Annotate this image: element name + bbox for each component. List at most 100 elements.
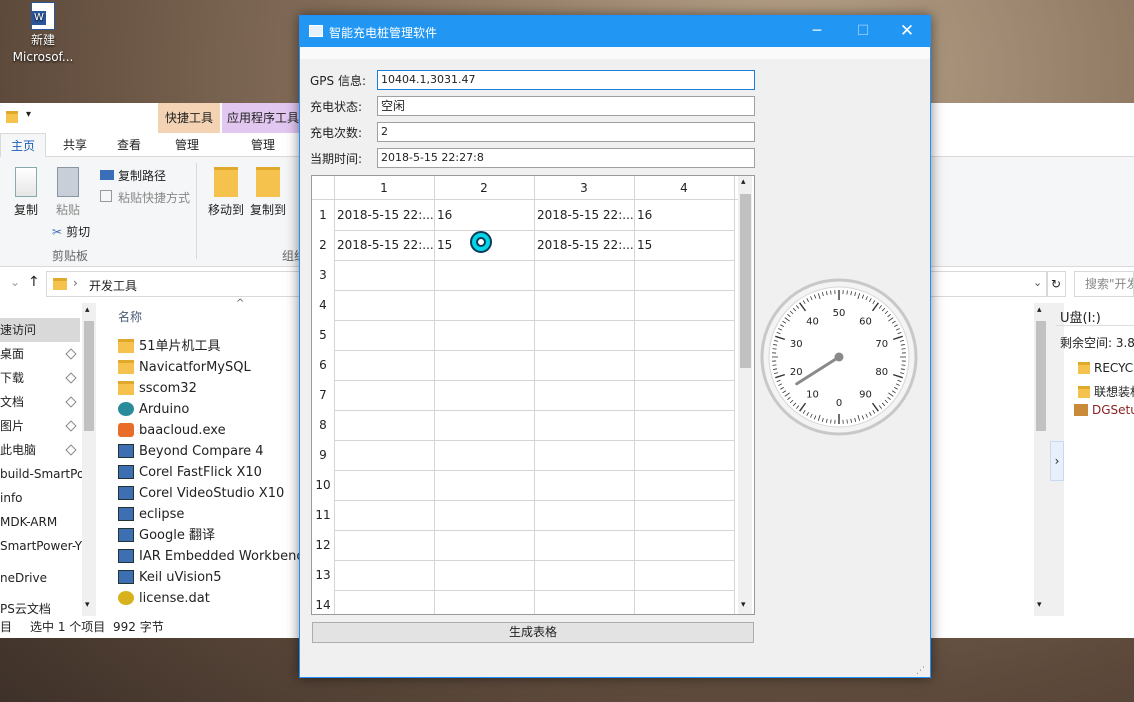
expand-chevron-icon[interactable]: › xyxy=(1050,441,1064,481)
table-cell[interactable]: 2018-5-15 22:... xyxy=(334,200,434,230)
table-cell[interactable] xyxy=(334,440,434,470)
table-cell[interactable] xyxy=(334,470,434,500)
file-list-item[interactable]: NavicatforMySQL xyxy=(118,357,298,378)
table-cell[interactable] xyxy=(634,320,734,350)
refresh-icon[interactable]: ↻ xyxy=(1046,271,1066,297)
tab-manage-shortcut[interactable]: 管理 xyxy=(164,133,210,157)
gps-field[interactable]: 10404.1,3031.47 xyxy=(377,70,755,90)
pane-item-recycle[interactable]: RECYCL xyxy=(1078,361,1134,375)
pane-item-lenovo[interactable]: 联想装机 xyxy=(1078,383,1134,400)
column-header[interactable]: 4 xyxy=(634,176,734,200)
table-cell[interactable]: 16 xyxy=(634,200,734,230)
table-cell[interactable] xyxy=(534,260,634,290)
file-list-item[interactable]: 51单片机工具 xyxy=(118,336,298,357)
row-header[interactable]: 2 xyxy=(312,230,334,260)
row-header[interactable]: 1 xyxy=(312,200,334,230)
pane-item-dgsetup[interactable]: DGSetu xyxy=(1074,403,1134,417)
column-header[interactable]: 2 xyxy=(434,176,534,200)
table-cell[interactable] xyxy=(634,380,734,410)
table-cell[interactable]: 2018-5-15 22:... xyxy=(534,200,634,230)
file-list-item[interactable]: sscom32 xyxy=(118,378,298,399)
maximize-button[interactable]: ☐ xyxy=(840,16,886,47)
scroll-up-icon[interactable]: ▴ xyxy=(85,305,90,315)
qat-dropdown-icon[interactable]: ▾ xyxy=(26,109,31,120)
column-header[interactable]: 1 xyxy=(334,176,434,200)
row-header[interactable]: 7 xyxy=(312,380,334,410)
table-cell[interactable] xyxy=(634,290,734,320)
row-header[interactable]: 9 xyxy=(312,440,334,470)
scroll-down-icon[interactable]: ▾ xyxy=(741,600,746,610)
file-list-item[interactable]: Keil uVision5 xyxy=(118,567,298,588)
table-cell[interactable]: 16 xyxy=(434,200,534,230)
row-header[interactable]: 3 xyxy=(312,260,334,290)
close-button[interactable]: ✕ xyxy=(884,16,930,47)
row-header[interactable]: 11 xyxy=(312,500,334,530)
table-cell[interactable] xyxy=(534,500,634,530)
charge-count-field[interactable]: 2 xyxy=(377,122,755,142)
nav-item-documents[interactable]: 文档 xyxy=(0,390,24,414)
table-cell[interactable] xyxy=(434,410,534,440)
table-cell[interactable] xyxy=(434,530,534,560)
generate-table-button[interactable]: 生成表格 xyxy=(312,622,754,643)
file-list-item[interactable]: Google 翻译 xyxy=(118,525,298,546)
scroll-thumb[interactable] xyxy=(1036,321,1046,431)
row-header[interactable]: 10 xyxy=(312,470,334,500)
tab-manage-app[interactable]: 管理 xyxy=(240,133,286,157)
nav-item-onedrive[interactable]: neDrive xyxy=(0,566,47,590)
table-cell[interactable] xyxy=(434,290,534,320)
table-scrollbar[interactable]: ▴ ▾ xyxy=(738,176,752,614)
copy-button[interactable]: 复制 xyxy=(8,167,44,218)
table-cell[interactable] xyxy=(534,410,634,440)
scroll-thumb[interactable] xyxy=(84,321,94,431)
table-cell[interactable] xyxy=(534,560,634,590)
nav-item-downloads[interactable]: 下载 xyxy=(0,366,24,390)
table-cell[interactable] xyxy=(434,500,534,530)
breadcrumb[interactable]: 开发工具 xyxy=(89,277,137,294)
table-cell[interactable] xyxy=(334,320,434,350)
nav-scrollbar[interactable]: ▴ ▾ xyxy=(82,303,96,616)
table-cell[interactable] xyxy=(334,530,434,560)
table-cell[interactable]: 2018-5-15 22:... xyxy=(334,230,434,260)
nav-item-this-pc[interactable]: 此电脑 xyxy=(0,438,36,462)
table-cell[interactable] xyxy=(534,590,634,614)
up-arrow-icon[interactable]: ↑ xyxy=(28,274,40,290)
back-dropdown-icon[interactable]: ⌄ xyxy=(10,275,20,289)
row-header[interactable]: 12 xyxy=(312,530,334,560)
table-cell[interactable] xyxy=(634,260,734,290)
table-cell[interactable] xyxy=(334,500,434,530)
file-list-item[interactable]: Corel VideoStudio X10 xyxy=(118,483,298,504)
table-cell[interactable] xyxy=(534,320,634,350)
scroll-thumb[interactable] xyxy=(740,194,751,368)
nav-item-info[interactable]: info xyxy=(0,486,23,510)
table-cell[interactable] xyxy=(534,380,634,410)
table-cell[interactable] xyxy=(334,350,434,380)
files-scrollbar[interactable]: ▴ ▾ xyxy=(1034,303,1048,616)
scroll-up-icon[interactable]: ▴ xyxy=(1037,305,1042,315)
table-cell[interactable] xyxy=(634,560,734,590)
title-bar[interactable]: 智能充电桩管理软件 ─ ☐ ✕ xyxy=(300,16,930,47)
scroll-down-icon[interactable]: ▾ xyxy=(1037,600,1042,610)
table-cell[interactable] xyxy=(634,500,734,530)
table-cell[interactable] xyxy=(634,470,734,500)
table-cell[interactable] xyxy=(334,410,434,440)
table-cell[interactable] xyxy=(434,350,534,380)
tab-home[interactable]: 主页 xyxy=(0,133,46,157)
row-header[interactable]: 14 xyxy=(312,590,334,614)
data-table[interactable]: 1 2 3 4 1 2018-5-15 22:... 16 2018-5-15 22:… xyxy=(311,175,755,615)
table-cell[interactable] xyxy=(334,290,434,320)
table-cell[interactable] xyxy=(534,530,634,560)
paste-shortcut-button[interactable]: 粘贴快捷方式 xyxy=(100,189,200,206)
row-header[interactable]: 13 xyxy=(312,560,334,590)
cut-button[interactable]: ✂ 剪切 xyxy=(52,223,112,240)
file-list-item[interactable]: license.dat xyxy=(118,588,298,609)
table-cell[interactable] xyxy=(534,470,634,500)
scroll-up-icon[interactable]: ▴ xyxy=(741,177,746,187)
nav-item-pictures[interactable]: 图片 xyxy=(0,414,24,438)
nav-item-build-smartpow[interactable]: build-SmartPow xyxy=(0,462,82,486)
address-dropdown-icon[interactable]: ⌄ xyxy=(1033,276,1042,289)
table-cell[interactable] xyxy=(434,590,534,614)
table-cell[interactable] xyxy=(534,440,634,470)
charge-status-field[interactable]: 空闲 xyxy=(377,96,755,116)
table-cell[interactable] xyxy=(434,560,534,590)
file-list-item[interactable]: Arduino xyxy=(118,399,298,420)
